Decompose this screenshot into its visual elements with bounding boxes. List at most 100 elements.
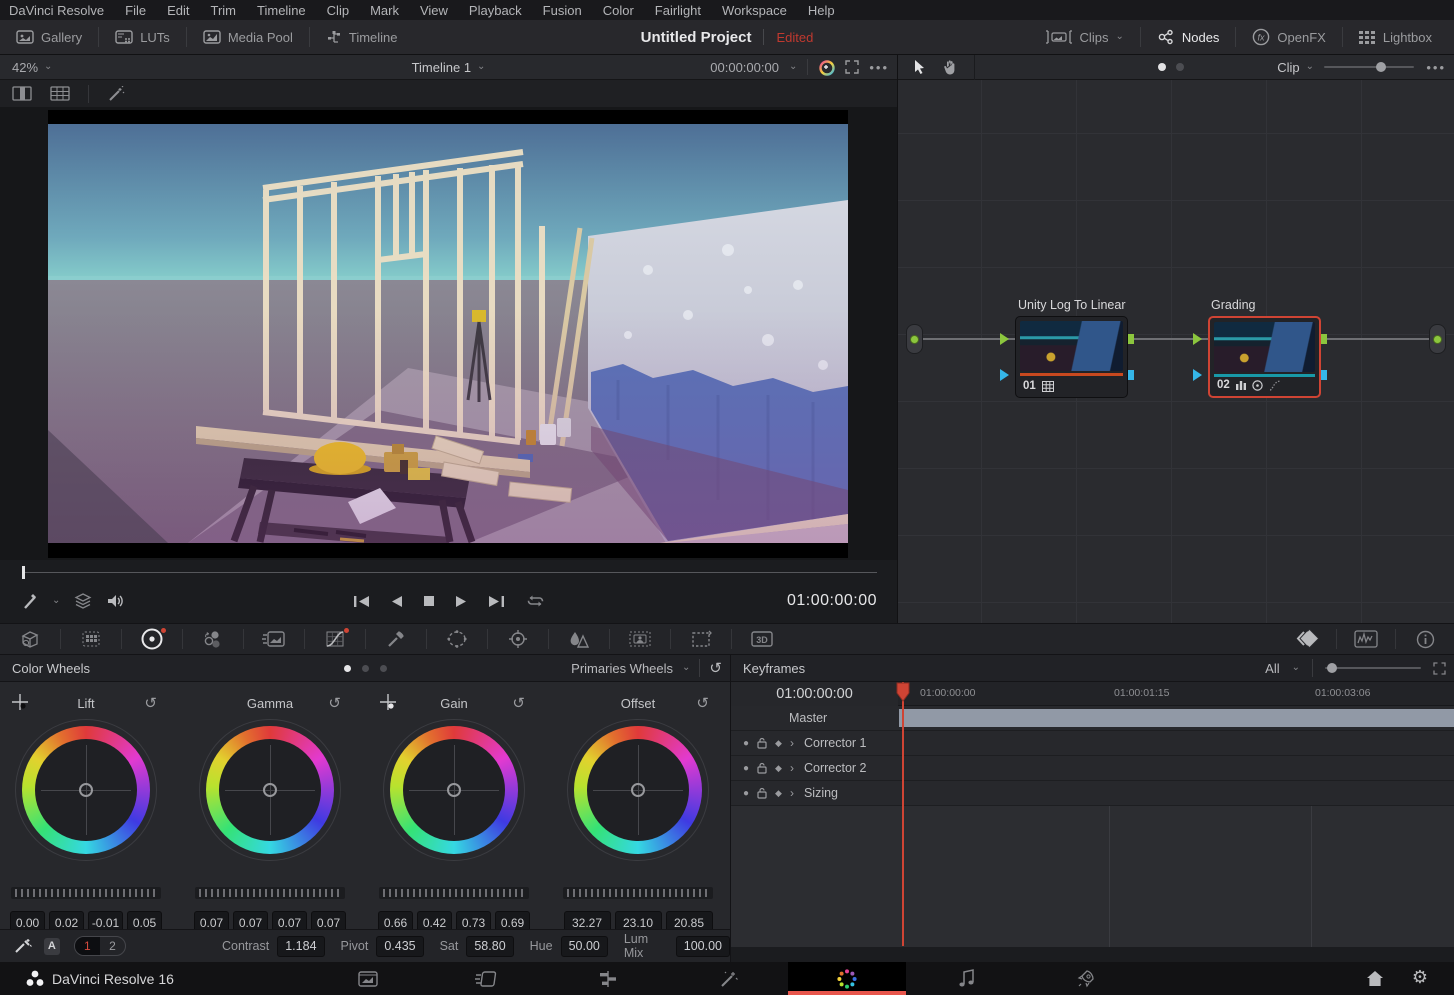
grid-view-icon[interactable] bbox=[50, 86, 70, 101]
key-input-port[interactable] bbox=[1000, 369, 1009, 381]
wheel-page-1-button[interactable]: 1 bbox=[75, 937, 100, 955]
keyframe-zoom-slider-thumb[interactable] bbox=[1327, 663, 1337, 673]
menu-app[interactable]: DaVinci Resolve bbox=[9, 3, 104, 18]
video-viewer[interactable] bbox=[0, 107, 897, 560]
curves-tab[interactable] bbox=[305, 624, 365, 654]
page-dot[interactable] bbox=[362, 665, 369, 672]
menu-clip[interactable]: Clip bbox=[327, 3, 349, 18]
gallery-button[interactable]: Gallery bbox=[0, 20, 98, 54]
edit-page-tab[interactable] bbox=[549, 962, 667, 995]
timeline-name-select[interactable]: Timeline 1 bbox=[412, 60, 471, 75]
auto-color-wand-icon[interactable] bbox=[14, 938, 32, 954]
lift-color-wheel[interactable] bbox=[22, 726, 150, 854]
lum-mix-value[interactable]: 100.00 bbox=[676, 936, 730, 957]
wheel-indicator[interactable] bbox=[263, 783, 277, 797]
camera-raw-tab[interactable] bbox=[0, 624, 60, 654]
menu-color[interactable]: Color bbox=[603, 3, 634, 18]
luts-button[interactable]: LUTs bbox=[99, 20, 186, 54]
menu-edit[interactable]: Edit bbox=[167, 3, 189, 18]
tracker-tab[interactable] bbox=[488, 624, 548, 654]
motion-effects-tab[interactable] bbox=[244, 624, 304, 654]
node-view-select[interactable]: Clip ⌄ bbox=[1277, 60, 1314, 75]
viewer-timecode-field[interactable]: 00:00:00:00 bbox=[710, 60, 779, 75]
pan-tool-icon[interactable] bbox=[942, 59, 958, 75]
wheel-indicator[interactable] bbox=[447, 783, 461, 797]
pivot-value[interactable]: 0.435 bbox=[376, 936, 423, 957]
menu-fusion[interactable]: Fusion bbox=[543, 3, 582, 18]
key-input-port[interactable] bbox=[1193, 369, 1202, 381]
reset-gain-icon[interactable]: ↺ bbox=[512, 694, 525, 712]
menu-mark[interactable]: Mark bbox=[370, 3, 399, 18]
node-page-dot-active[interactable] bbox=[1158, 63, 1166, 71]
expand-track-icon[interactable]: › bbox=[790, 761, 794, 775]
lock-icon[interactable] bbox=[757, 737, 767, 749]
power-windows-tab[interactable] bbox=[427, 624, 487, 654]
keyframe-ruler[interactable]: 01:00:00:00 01:00:01:15 01:00:03:06 bbox=[898, 682, 1454, 706]
color-page-tab-active[interactable] bbox=[788, 962, 906, 995]
openfx-button[interactable]: fx OpenFX bbox=[1236, 20, 1341, 54]
lift-master-slider[interactable] bbox=[11, 887, 161, 899]
color-match-tab[interactable] bbox=[61, 624, 121, 654]
track-row-master[interactable]: Master bbox=[731, 706, 1454, 731]
wheel-indicator[interactable] bbox=[79, 783, 93, 797]
media-pool-button[interactable]: Media Pool bbox=[187, 20, 309, 54]
timeline-button[interactable]: Timeline bbox=[310, 20, 414, 54]
fairlight-page-tab[interactable] bbox=[908, 962, 1026, 995]
enhanced-viewer-icon[interactable] bbox=[818, 59, 835, 76]
lock-icon[interactable] bbox=[757, 762, 767, 774]
gamma-master-slider[interactable] bbox=[195, 887, 345, 899]
scrubber-track[interactable] bbox=[22, 572, 877, 573]
key-tab[interactable] bbox=[610, 624, 670, 654]
expand-track-icon[interactable]: › bbox=[790, 736, 794, 750]
sizing-tab[interactable] bbox=[671, 624, 731, 654]
rgb-mixer-tab[interactable] bbox=[183, 624, 243, 654]
node-zoom-slider[interactable] bbox=[1324, 66, 1414, 68]
rgb-input-port[interactable] bbox=[1193, 333, 1202, 345]
track-row-sizing[interactable]: ● ◆ › Sizing bbox=[731, 781, 1454, 806]
page-dot-active[interactable] bbox=[344, 665, 351, 672]
expand-viewer-icon[interactable] bbox=[845, 60, 859, 74]
lightbox-button[interactable]: Lightbox bbox=[1343, 20, 1454, 54]
magic-wand-icon[interactable] bbox=[107, 86, 125, 102]
stop-button[interactable] bbox=[423, 595, 435, 607]
gain-color-wheel[interactable] bbox=[390, 726, 518, 854]
menu-fairlight[interactable]: Fairlight bbox=[655, 3, 701, 18]
track-row-corrector-2[interactable]: ● ◆ › Corrector 2 bbox=[731, 756, 1454, 781]
home-icon[interactable] bbox=[1366, 970, 1384, 987]
picker-crosshair-icon[interactable] bbox=[11, 693, 29, 711]
keyframe-diamond-icon[interactable]: ◆ bbox=[775, 738, 782, 749]
loop-button[interactable] bbox=[526, 594, 545, 608]
expand-panel-icon[interactable] bbox=[1433, 662, 1446, 675]
viewer-options-menu-icon[interactable]: ••• bbox=[869, 60, 889, 75]
keyframe-graph-area[interactable] bbox=[731, 806, 1454, 947]
keyframe-diamond-icon[interactable]: ◆ bbox=[775, 763, 782, 774]
corrector-node-02-selected[interactable]: 02 bbox=[1208, 316, 1321, 398]
gain-master-slider[interactable] bbox=[379, 887, 529, 899]
node-graph[interactable]: Unity Log To Linear 01 Grading 02 bbox=[898, 80, 1454, 623]
keyframe-playhead-line[interactable] bbox=[902, 682, 904, 946]
menu-view[interactable]: View bbox=[420, 3, 448, 18]
corrector-node-01[interactable]: 01 bbox=[1015, 316, 1128, 398]
deliver-page-tab[interactable] bbox=[1027, 962, 1145, 995]
reset-offset-icon[interactable]: ↺ bbox=[696, 694, 709, 712]
master-track-bar[interactable] bbox=[899, 709, 1454, 727]
track-enable-dot-icon[interactable]: ● bbox=[743, 763, 749, 774]
menu-help[interactable]: Help bbox=[808, 3, 835, 18]
settings-gear-icon[interactable]: ⚙ bbox=[1412, 967, 1428, 988]
keyframe-filter-select[interactable]: All bbox=[1265, 661, 1279, 676]
clips-button[interactable]: Clips ⌄ bbox=[1029, 20, 1140, 54]
color-wheels-tab-active[interactable] bbox=[122, 624, 182, 654]
menu-file[interactable]: File bbox=[125, 3, 146, 18]
info-panel-toggle[interactable] bbox=[1396, 624, 1454, 654]
reset-lift-icon[interactable]: ↺ bbox=[144, 694, 157, 712]
node-options-menu-icon[interactable]: ••• bbox=[1426, 60, 1446, 75]
expand-track-icon[interactable]: › bbox=[790, 786, 794, 800]
hue-value[interactable]: 50.00 bbox=[561, 936, 608, 957]
gamma-color-wheel[interactable] bbox=[206, 726, 334, 854]
offset-master-slider[interactable] bbox=[563, 887, 713, 899]
stereo-3d-tab[interactable]: 3D bbox=[732, 624, 792, 654]
blur-tab[interactable] bbox=[549, 624, 609, 654]
menu-workspace[interactable]: Workspace bbox=[722, 3, 787, 18]
contrast-value[interactable]: 1.184 bbox=[277, 936, 324, 957]
go-to-end-button[interactable] bbox=[488, 595, 506, 608]
